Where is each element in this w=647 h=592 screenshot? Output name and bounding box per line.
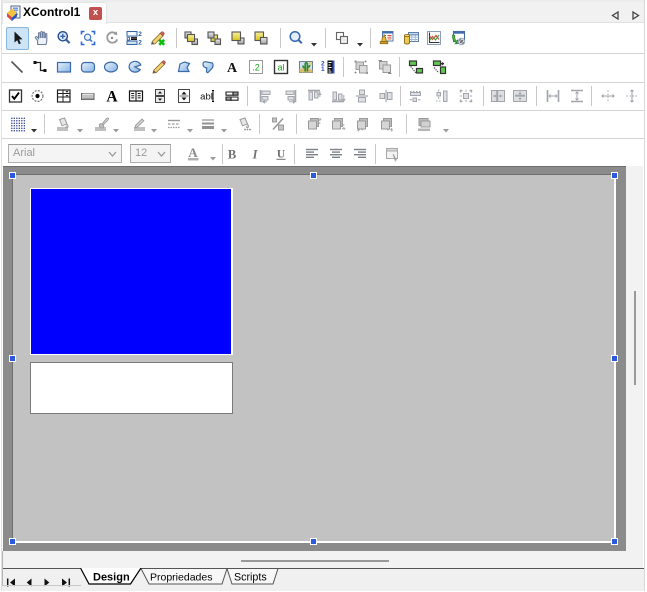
svg-text:2: 2 [138, 31, 142, 38]
svg-text:Design: Design [93, 572, 130, 584]
svg-text:2: 2 [138, 40, 142, 47]
svg-text:I: I [252, 148, 259, 162]
svg-text:.2: .2 [252, 63, 260, 73]
svg-text:abl: abl [200, 92, 213, 103]
svg-text:A: A [188, 146, 198, 160]
svg-text:1: 1 [321, 66, 325, 73]
svg-text:A: A [227, 61, 238, 75]
svg-text:Scripts: Scripts [234, 572, 267, 584]
svg-text:U: U [277, 149, 286, 161]
svg-text:al: al [277, 63, 284, 73]
svg-text:Propriedades: Propriedades [150, 572, 212, 584]
svg-text:B: B [228, 148, 236, 162]
svg-text:A: A [106, 89, 118, 105]
